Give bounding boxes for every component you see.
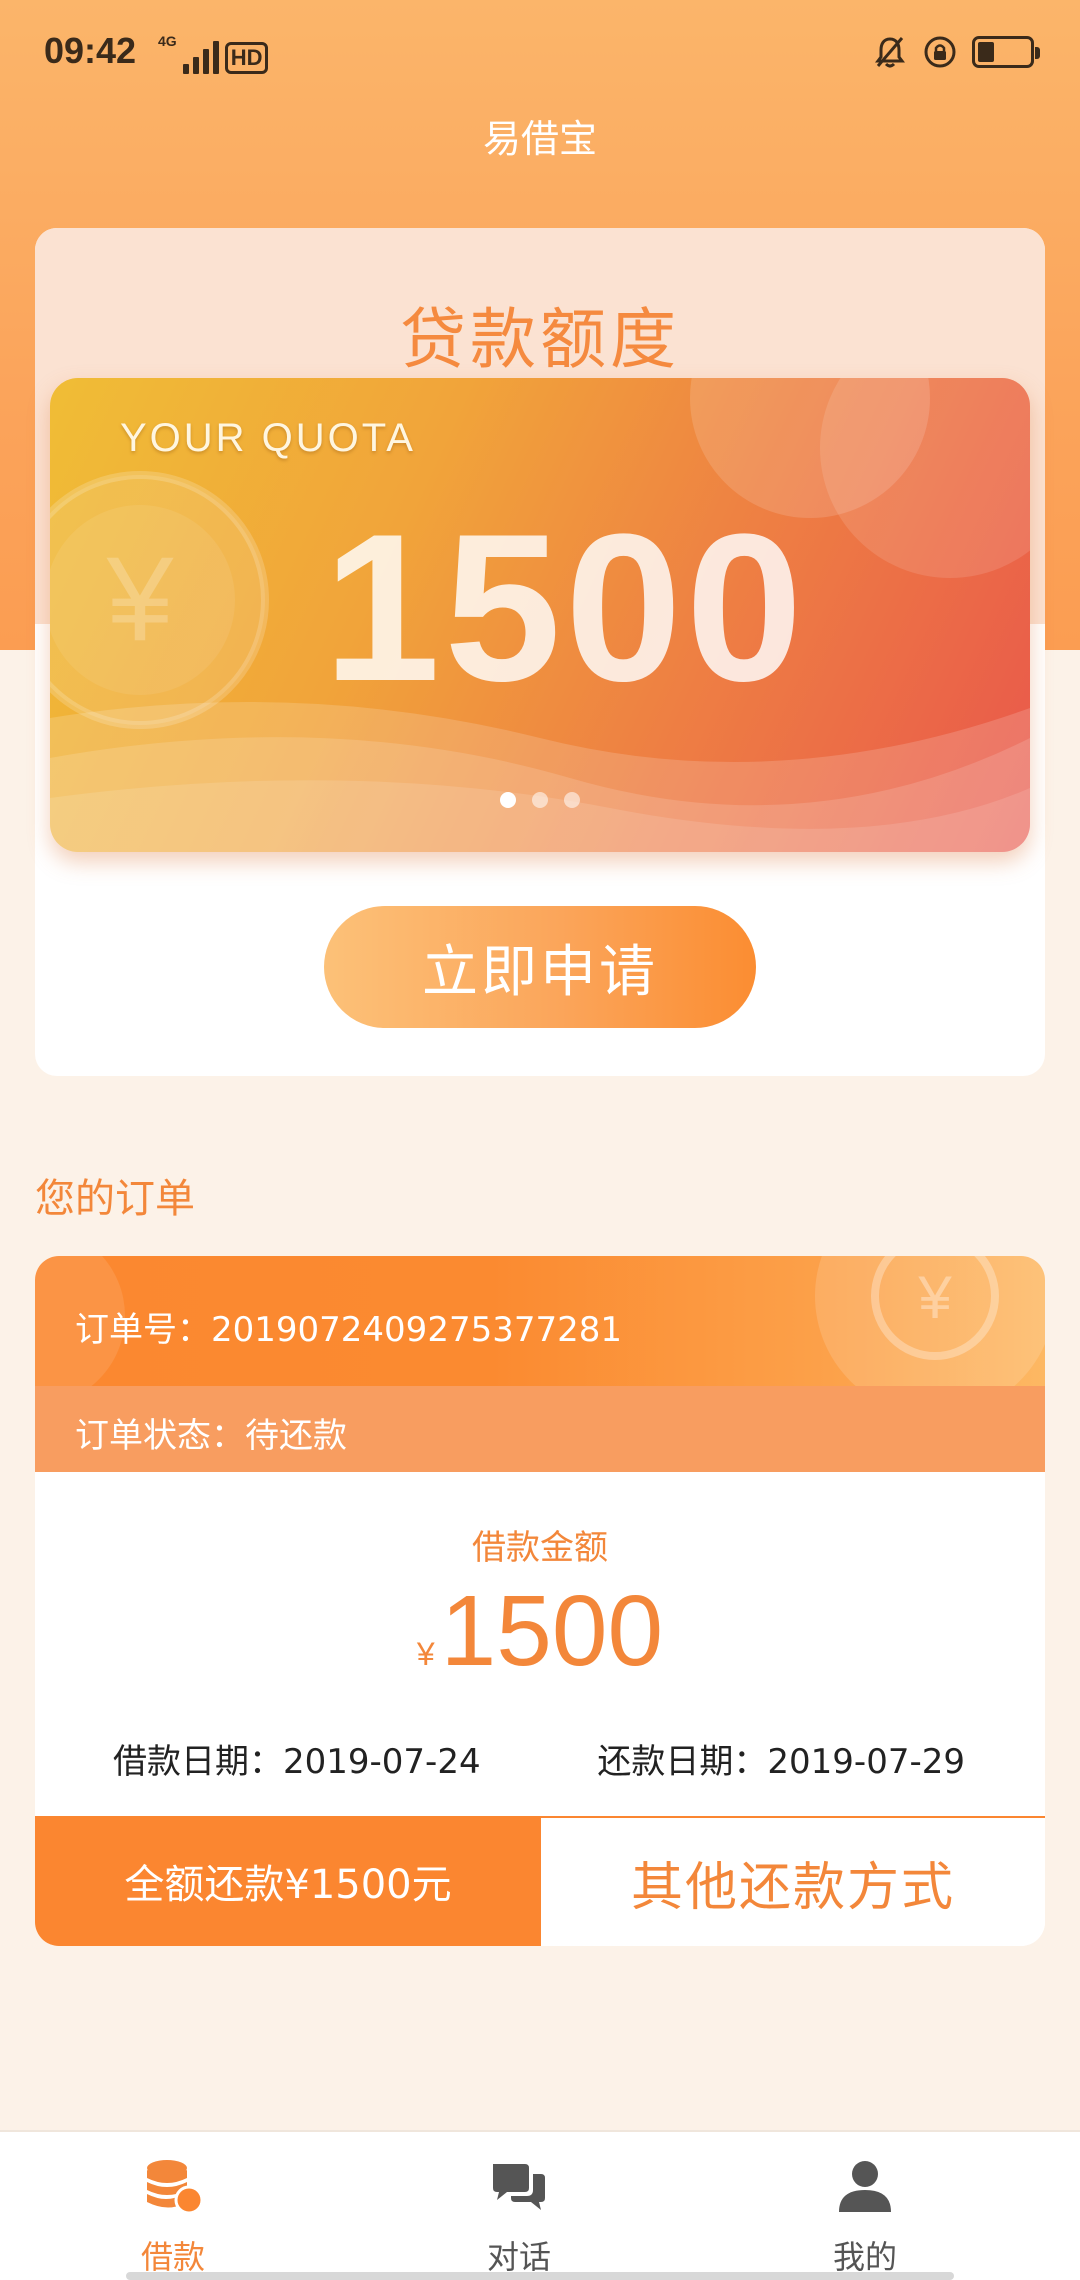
order-number: 订单号：2019072409275377281: [75, 1310, 623, 1350]
order-card-header: ¥ 订单号：2019072409275377281: [35, 1256, 1045, 1386]
order-status: 订单状态：待还款: [75, 1416, 347, 1456]
apply-now-button[interactable]: 立即申请: [324, 906, 756, 1028]
orders-heading: 您的订单: [35, 1176, 195, 1222]
battery-icon: [972, 36, 1040, 68]
nav-item-loan[interactable]: 借款: [0, 2132, 346, 2280]
status-icons: [872, 34, 1040, 70]
carousel-dots: [50, 792, 1030, 808]
loan-amount-label: 借款金额: [472, 1528, 608, 1568]
quota-banner[interactable]: ¥ YOUR QUOTA 1500: [50, 378, 1030, 852]
carousel-dot[interactable]: [500, 792, 516, 808]
network-indicator: 4G HD: [158, 30, 269, 74]
chat-bubbles-icon: [493, 2164, 545, 2210]
full-repay-button[interactable]: 全额还款¥1500元: [35, 1816, 541, 1946]
order-status-bar: 订单状态：待还款: [35, 1386, 1045, 1472]
rotation-lock-icon: [924, 36, 956, 68]
status-bar: 09:42 4G HD: [0, 0, 1080, 110]
order-card: ¥ 订单号：2019072409275377281 订单状态：待还款 借款金额 …: [35, 1256, 1045, 1946]
other-repay-button[interactable]: 其他还款方式: [541, 1816, 1045, 1946]
nav-item-chat[interactable]: 对话: [346, 2132, 692, 2280]
repay-date: 还款日期：2019-07-29: [597, 1742, 965, 1782]
hd-badge: HD: [224, 42, 269, 74]
banner-quota-amount: 1500: [323, 490, 807, 725]
signal-icon: [182, 40, 219, 74]
quota-heading: 贷款额度: [400, 301, 680, 378]
yen-watermark-icon: ¥: [917, 1264, 952, 1331]
status-time: 09:42: [44, 30, 137, 71]
bell-muted-icon: [875, 37, 905, 68]
loan-date: 借款日期：2019-07-24: [113, 1742, 481, 1782]
network-type: 4G: [158, 33, 177, 49]
user-icon: [839, 2161, 891, 2212]
bottom-nav: 借款 对话 我的: [0, 2130, 1080, 2280]
loan-amount-display: ¥1500: [35, 1576, 1045, 1686]
loan-amount: 1500: [440, 1575, 664, 1687]
app-title: 易借宝: [482, 117, 597, 161]
gesture-bar[interactable]: [126, 2272, 954, 2280]
coins-icon: [147, 2160, 203, 2215]
carousel-dot[interactable]: [564, 792, 580, 808]
banner-quota-label: YOUR QUOTA: [120, 416, 416, 460]
currency-symbol: ¥: [416, 1636, 435, 1672]
nav-item-profile[interactable]: 我的: [692, 2132, 1038, 2280]
carousel-dot[interactable]: [532, 792, 548, 808]
